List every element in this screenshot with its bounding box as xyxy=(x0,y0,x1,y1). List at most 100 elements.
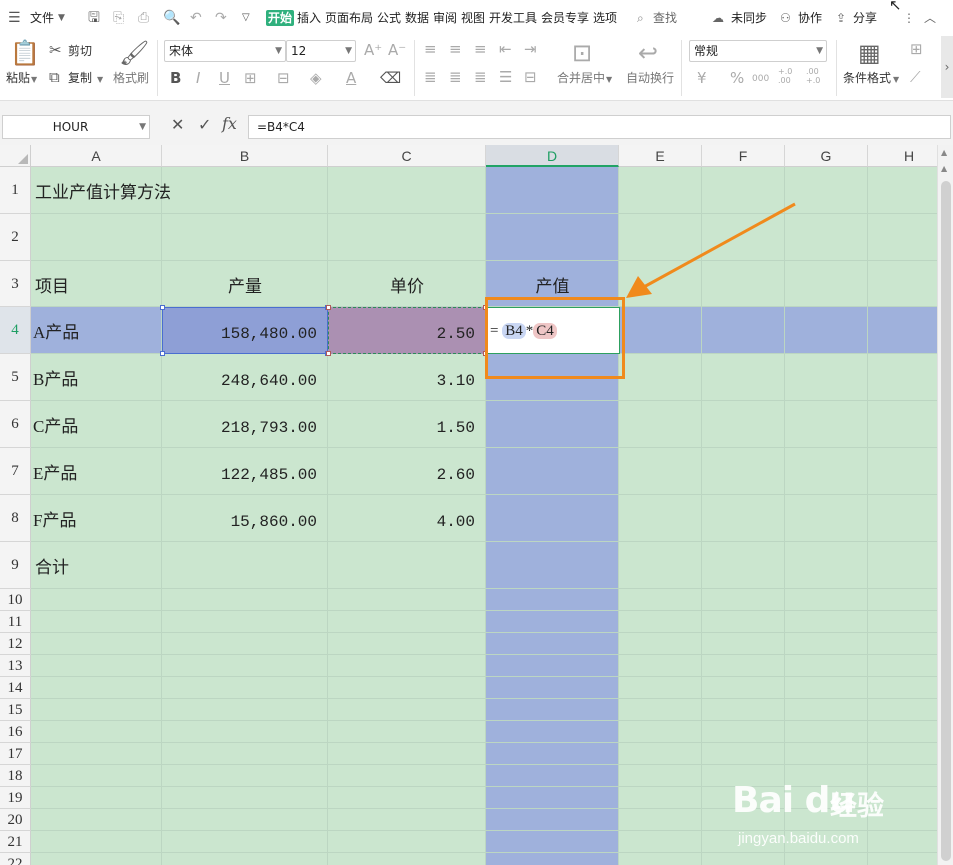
conditional-format-button[interactable]: 条件格式 xyxy=(843,70,891,86)
decrease-decimal-button[interactable]: .00 +.0 xyxy=(806,67,830,85)
scroll-up-icon[interactable]: ▲ xyxy=(941,164,947,173)
percent-button[interactable]: % xyxy=(730,69,744,87)
row-header-12[interactable]: 12 xyxy=(0,633,31,655)
cell-style-icon[interactable]: ⟋ xyxy=(910,68,921,86)
row-header-16[interactable]: 16 xyxy=(0,721,31,743)
name-box[interactable]: HOUR ▼ xyxy=(2,115,150,139)
output-cell[interactable]: 15,860.00 xyxy=(162,512,317,532)
font-size-select[interactable]: 12 ▼ xyxy=(286,40,356,62)
item-cell[interactable]: A产品 xyxy=(33,323,79,343)
output-cell[interactable]: 248,640.00 xyxy=(162,371,317,391)
column-header-a[interactable]: A xyxy=(31,145,162,167)
align-bottom-icon[interactable]: ≡ xyxy=(474,40,487,58)
tab-view[interactable]: 视图 xyxy=(461,10,485,26)
tab-review[interactable]: 审阅 xyxy=(433,10,457,26)
formula-input[interactable]: =B4*C4 xyxy=(248,115,951,139)
row-header-8[interactable]: 8 xyxy=(0,495,31,542)
chevron-down-icon[interactable]: ▼ xyxy=(606,72,612,88)
column-header-c[interactable]: C xyxy=(328,145,486,167)
align-center-icon[interactable]: ≣ xyxy=(449,68,462,86)
align-right-icon[interactable]: ≣ xyxy=(474,68,487,86)
increase-decimal-button[interactable]: +.0 .00 xyxy=(778,67,802,85)
tab-member[interactable]: 会员专享 xyxy=(541,10,589,26)
row-header-6[interactable]: 6 xyxy=(0,401,31,448)
row-header-10[interactable]: 10 xyxy=(0,589,31,611)
tab-developer[interactable]: 开发工具 xyxy=(489,10,537,26)
scissors-icon[interactable]: ✂ xyxy=(49,41,62,59)
item-cell[interactable]: E产品 xyxy=(33,464,77,484)
copy-button[interactable]: 复制 xyxy=(68,70,92,86)
undo-icon[interactable]: ↶ xyxy=(190,9,202,27)
column-header-h[interactable]: H xyxy=(868,145,937,167)
cancel-icon[interactable]: ✕ xyxy=(171,115,184,134)
row-header-4[interactable]: 4 xyxy=(0,307,31,354)
column-header-e[interactable]: E xyxy=(619,145,702,167)
cut-button[interactable]: 剪切 xyxy=(68,43,92,59)
row-header-17[interactable]: 17 xyxy=(0,743,31,765)
scroll-up-icon[interactable]: ▲ xyxy=(941,148,947,157)
price-cell[interactable]: 2.60 xyxy=(328,465,475,485)
number-format-select[interactable]: 常规 ▼ xyxy=(689,40,827,62)
align-middle-icon[interactable]: ≡ xyxy=(449,40,462,58)
wrap-text-icon[interactable]: ↩ xyxy=(638,40,658,66)
decrease-font-icon[interactable]: A⁻ xyxy=(388,41,406,59)
resize-handle[interactable] xyxy=(160,351,165,356)
column-header-g[interactable]: G xyxy=(785,145,868,167)
merge-center-icon[interactable]: ⊡ xyxy=(572,40,592,66)
redo-icon[interactable]: ↷ xyxy=(215,9,227,27)
insert-function-icon[interactable]: fx xyxy=(222,114,237,133)
collapse-ribbon-icon[interactable]: ︿ xyxy=(924,10,936,26)
align-left-icon[interactable]: ≣ xyxy=(424,68,437,86)
row-header-2[interactable]: 2 xyxy=(0,214,31,261)
column-header-d[interactable]: D xyxy=(486,145,619,167)
border-style-icon[interactable]: ⊟ xyxy=(277,69,290,87)
paste-button[interactable]: 粘贴 xyxy=(6,70,30,86)
format-painter-icon[interactable]: 🖌 xyxy=(119,40,149,66)
indent-increase-icon[interactable]: ⇥ xyxy=(524,40,537,58)
save-icon[interactable]: 🖫 xyxy=(88,9,100,27)
chevron-down-icon[interactable]: ▼ xyxy=(31,72,37,88)
align-top-icon[interactable]: ≡ xyxy=(424,40,437,58)
column-header-b[interactable]: B xyxy=(162,145,328,167)
resize-handle[interactable] xyxy=(326,351,331,356)
row-header-22[interactable]: 22 xyxy=(0,853,31,865)
header-item[interactable]: 项目 xyxy=(35,277,69,297)
wrap-text-button[interactable]: 自动换行 xyxy=(626,70,674,86)
resize-handle[interactable] xyxy=(160,305,165,310)
currency-button[interactable]: ¥ xyxy=(697,69,707,87)
chevron-down-icon[interactable]: ▼ xyxy=(58,10,65,26)
search-icon[interactable]: ⌕ xyxy=(637,10,644,26)
row-header-13[interactable]: 13 xyxy=(0,655,31,677)
file-menu[interactable]: 文件 xyxy=(30,10,54,26)
customize-toolbar-icon[interactable]: ▽ xyxy=(242,9,250,27)
row-header-21[interactable]: 21 xyxy=(0,831,31,853)
border-icon[interactable]: ⊞ xyxy=(244,69,257,87)
collaborate-button[interactable]: 协作 xyxy=(798,10,822,26)
sync-status-button[interactable]: 未同步 xyxy=(731,10,767,26)
paste-icon[interactable]: 📋 xyxy=(10,40,40,66)
bold-icon[interactable]: B xyxy=(170,69,181,87)
row-header-5[interactable]: 5 xyxy=(0,354,31,401)
thousands-button[interactable]: 000 xyxy=(752,70,769,88)
export-icon[interactable]: ⎘ xyxy=(113,9,124,27)
font-name-select[interactable]: 宋体 ▼ xyxy=(164,40,286,62)
price-cell[interactable]: 1.50 xyxy=(328,418,475,438)
copy-icon[interactable]: ⧉ xyxy=(49,68,60,86)
price-cell[interactable]: 2.50 xyxy=(328,324,475,344)
justify-icon[interactable]: ☰ xyxy=(499,68,512,86)
header-price[interactable]: 单价 xyxy=(328,277,486,297)
scrollbar-thumb[interactable] xyxy=(941,181,951,861)
tab-data[interactable]: 数据 xyxy=(405,10,429,26)
more-icon[interactable]: ⋮ xyxy=(903,10,915,26)
select-all-corner[interactable] xyxy=(0,145,31,167)
output-cell[interactable]: 158,480.00 xyxy=(162,324,317,344)
price-cell[interactable]: 3.10 xyxy=(328,371,475,391)
font-color-icon[interactable]: A xyxy=(346,69,356,87)
clear-format-icon[interactable]: ⌫ xyxy=(380,69,401,87)
merge-center-button[interactable]: 合并居中 xyxy=(557,70,605,86)
indent-decrease-icon[interactable]: ⇤ xyxy=(499,40,512,58)
tab-options[interactable]: 选项 xyxy=(593,10,617,26)
vertical-scrollbar[interactable]: ▲ ▲ xyxy=(937,145,953,865)
column-header-f[interactable]: F xyxy=(702,145,785,167)
item-cell[interactable]: C产品 xyxy=(33,417,78,437)
